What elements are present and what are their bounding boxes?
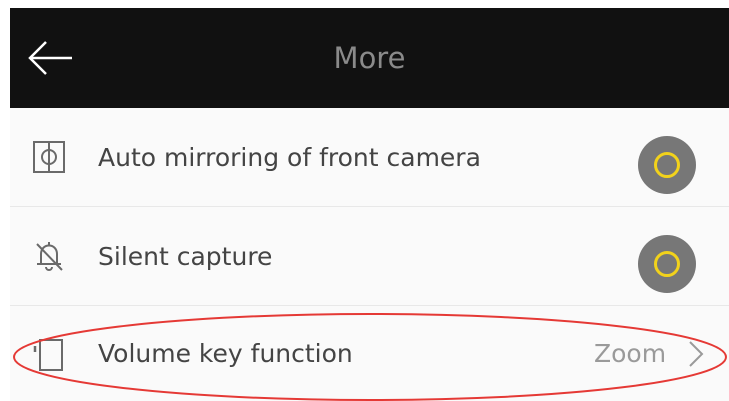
setting-auto-mirroring[interactable]: Auto mirroring of front camera <box>10 108 729 207</box>
volume-key-value: Zoom <box>594 339 667 368</box>
bell-off-icon <box>36 242 63 272</box>
auto-mirroring-toggle[interactable] <box>638 136 696 194</box>
silent-capture-toggle[interactable] <box>638 235 696 293</box>
setting-label: Auto mirroring of front camera <box>98 143 481 172</box>
settings-list: Auto mirroring of front camera Silent ca… <box>10 108 729 401</box>
toggle-ring-icon <box>654 251 680 277</box>
setting-label: Volume key function <box>98 339 353 368</box>
device-icon <box>33 339 63 371</box>
setting-volume-key-function[interactable]: Volume key function Zoom <box>10 306 729 401</box>
page-title: More <box>333 41 406 75</box>
setting-silent-capture[interactable]: Silent capture <box>10 207 729 306</box>
mirror-icon <box>33 141 65 173</box>
more-settings-screen: More Auto mirroring of front camera Sile… <box>0 0 729 401</box>
toggle-ring-icon <box>654 152 680 178</box>
setting-label: Silent capture <box>98 242 273 271</box>
chevron-right-icon <box>689 341 704 367</box>
top-bar: More <box>10 8 729 108</box>
